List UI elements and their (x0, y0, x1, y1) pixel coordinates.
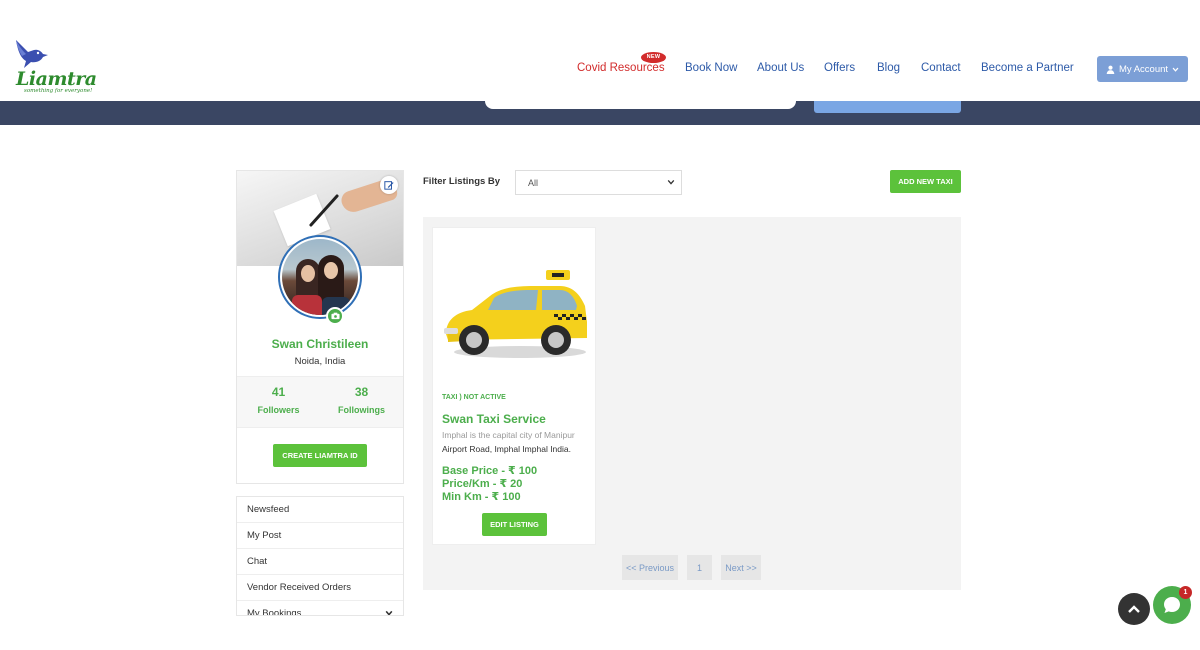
menu-item-newsfeed[interactable]: Newsfeed (237, 497, 403, 523)
nav-about-us[interactable]: About Us (757, 62, 804, 78)
liamtra-logo[interactable]: Liamtra something for everyone! (10, 38, 97, 100)
menu-item-label: Chat (247, 556, 268, 567)
menu-item-label: My Post (247, 530, 282, 541)
nav-covid-resources[interactable]: Covid Resources (577, 62, 665, 78)
create-liamtra-id-button[interactable]: CREATE LIAMTRA ID (273, 444, 367, 467)
menu-item-my-bookings[interactable]: My Bookings (237, 601, 403, 616)
followings-count: 38 (354, 385, 369, 399)
filter-select[interactable]: All (515, 170, 682, 195)
pagination-next[interactable]: Next >> (721, 555, 761, 580)
search-button[interactable] (814, 101, 961, 113)
listing-title[interactable]: Swan Taxi Service (442, 412, 546, 426)
filter-label: Filter Listings By (423, 176, 501, 187)
my-account-button[interactable]: My Account (1097, 56, 1188, 82)
profile-stats: 41 Followers 38 Followings (237, 376, 403, 428)
logo-text: Liamtra (16, 68, 97, 90)
nav-blog[interactable]: Blog (877, 62, 900, 78)
followers-stat[interactable]: 41 Followers (237, 385, 320, 415)
listing-min-km: Min Km - ₹ 100 (442, 491, 521, 503)
menu-item-vendor-orders[interactable]: Vendor Received Orders (237, 575, 403, 601)
top-header: Liamtra something for everyone! NEW Covi… (0, 0, 1200, 101)
add-new-taxi-button[interactable]: ADD NEW TAXI (890, 170, 961, 193)
chevron-up-icon (1128, 605, 1140, 613)
user-icon (1106, 65, 1115, 74)
side-menu: Newsfeed My Post Chat Vendor Received Or… (236, 496, 404, 616)
followers-count: 41 (271, 385, 286, 399)
chat-bubble-icon (1164, 597, 1180, 613)
edit-listing-button[interactable]: EDIT LISTING (482, 513, 547, 536)
chevron-down-icon (385, 601, 393, 615)
listing-category: TAXI ) NOT ACTIVE (442, 394, 506, 401)
edit-cover-icon[interactable] (380, 176, 398, 194)
profile-card: Swan Christileen Noida, India 41 Followe… (236, 170, 404, 484)
page: Liamtra something for everyone! NEW Covi… (0, 0, 1200, 650)
avatar[interactable] (278, 235, 362, 319)
profile-location: Noida, India (294, 356, 346, 367)
nav-book-now[interactable]: Book Now (685, 62, 737, 78)
listing-address: Airport Road, Imphal Imphal India. (442, 444, 571, 454)
menu-item-label: My Bookings (247, 608, 302, 616)
listing-description: Imphal is the capital city of Manipur (442, 430, 575, 440)
listing-card[interactable]: TAXI ) NOT ACTIVE Swan Taxi Service Imph… (432, 227, 596, 545)
chevron-down-icon (667, 171, 675, 196)
menu-item-label: Vendor Received Orders (247, 582, 352, 593)
menu-item-chat[interactable]: Chat (237, 549, 403, 575)
chat-unread-badge: 1 (1179, 586, 1192, 599)
chevron-down-icon (1172, 67, 1179, 72)
pagination-page-1[interactable]: 1 (687, 555, 712, 580)
followings-label: Followings (338, 405, 385, 415)
camera-icon[interactable] (326, 307, 344, 325)
followings-stat[interactable]: 38 Followings (320, 385, 403, 415)
nav-become-partner[interactable]: Become a Partner (981, 62, 1074, 78)
listing-price-per-km: Price/Km - ₹ 20 (442, 478, 523, 490)
nav-contact[interactable]: Contact (921, 62, 961, 78)
listing-base-price: Base Price - ₹ 100 (442, 465, 538, 477)
menu-item-label: Newsfeed (247, 504, 290, 515)
followers-label: Followers (257, 405, 300, 415)
scroll-top-button[interactable] (1118, 593, 1150, 625)
my-account-label: My Account (1118, 63, 1169, 75)
logo-tagline: something for everyone! (24, 88, 93, 94)
menu-item-my-post[interactable]: My Post (237, 523, 403, 549)
pagination-previous[interactable]: << Previous (622, 555, 678, 580)
nav-offers[interactable]: Offers (824, 62, 855, 78)
search-input[interactable] (485, 101, 796, 109)
taxi-image (444, 270, 587, 358)
filter-selected-value: All (528, 178, 539, 188)
profile-name: Swan Christileen (271, 337, 369, 351)
